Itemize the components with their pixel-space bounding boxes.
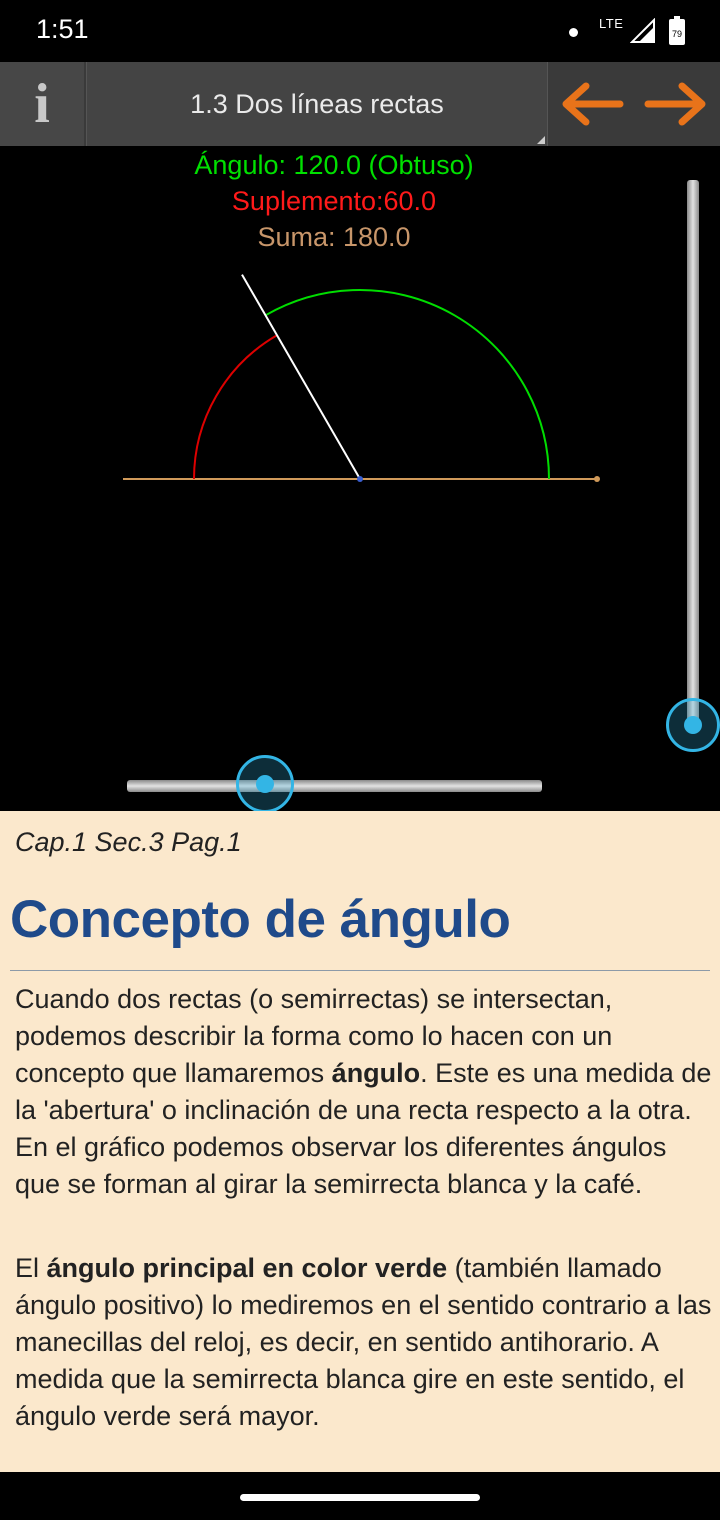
paragraph-1: Cuando dos rectas (o semirrectas) se int… [15,981,715,1203]
horizontal-slider-thumb[interactable] [236,755,294,813]
vertex-point [357,476,363,482]
cafe-ray-endpoint[interactable] [594,476,600,482]
section-title: 1.3 Dos líneas rectas [190,88,444,119]
notification-dot-icon [569,28,578,37]
signal-icon [630,18,655,43]
network-type: LTE [599,16,624,31]
home-gesture-handle[interactable] [240,1494,480,1501]
lesson-content: Cap.1 Sec.3 Pag.1 Concepto de ángulo Cua… [0,811,720,1472]
white-ray[interactable] [241,274,361,480]
divider [10,970,710,971]
slider-thumb-dot [684,716,702,734]
dropdown-corner-icon [537,136,545,144]
paragraph-2: El ángulo principal en color verde (tamb… [15,1250,715,1435]
status-clock: 1:51 [36,14,89,44]
angle-diagram[interactable] [0,146,720,811]
status-bar: 1:51 LTE 79 [0,0,720,62]
vertical-slider-thumb[interactable] [666,698,720,752]
next-page-button[interactable] [642,76,712,132]
battery-level: 79 [672,29,682,39]
page-title: Concepto de ángulo [10,890,511,949]
p1-bold: ángulo [331,1058,421,1088]
prev-page-button[interactable] [556,76,626,132]
info-icon: i [34,73,50,135]
p2-text-a: El [15,1253,47,1283]
slider-thumb-dot [256,775,274,793]
info-button[interactable]: i [0,62,84,146]
system-nav-bar [0,1472,720,1520]
breadcrumb: Cap.1 Sec.3 Pag.1 [15,827,242,857]
angle-canvas[interactable]: Ángulo: 120.0 (Obtuso) Suplemento:60.0 S… [0,146,720,811]
arrow-right-icon [644,82,706,126]
p2-bold: ángulo principal en color verde [46,1253,448,1283]
battery-icon: 79 [669,16,685,45]
app-bar: i 1.3 Dos líneas rectas [0,62,720,146]
horizontal-slider-track[interactable] [127,780,542,792]
supplement-arc [193,334,278,480]
angle-arc [265,289,550,480]
vertical-slider-track[interactable] [687,180,699,728]
arrow-left-icon [562,82,624,126]
section-selector[interactable]: 1.3 Dos líneas rectas [86,62,548,146]
